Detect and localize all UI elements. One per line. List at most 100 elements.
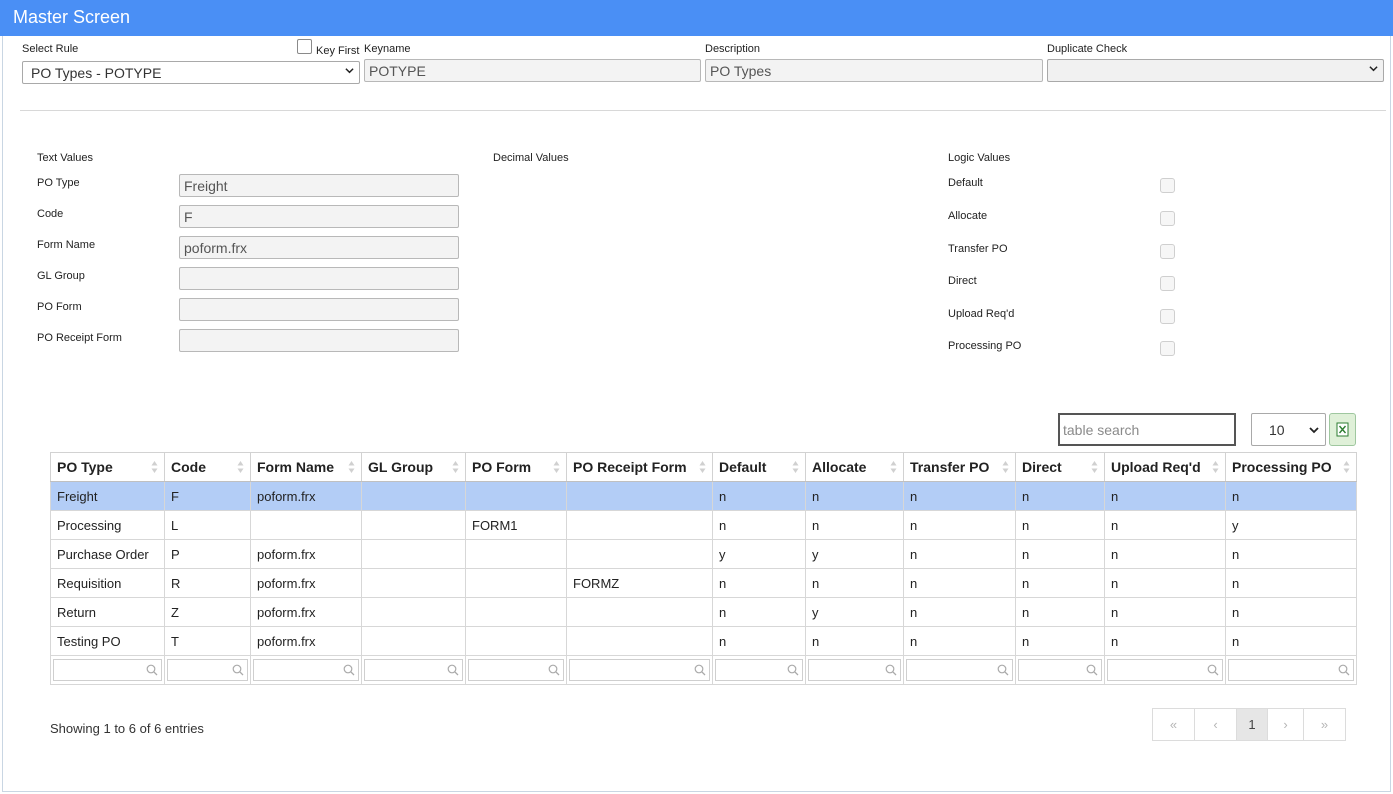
filter-cell: [465, 655, 567, 685]
table-search-input[interactable]: table search: [1058, 413, 1236, 446]
table-row[interactable]: Requisition Rpoform.frx FORMZ n n n n n n: [50, 568, 1357, 598]
table-cell: Purchase Order: [50, 539, 165, 569]
sort-icon: [452, 461, 459, 473]
filter-cell: [250, 655, 362, 685]
next-page-button[interactable]: ›: [1267, 708, 1304, 741]
column-header-label: GL Group: [368, 459, 434, 475]
transfer-po-checkbox[interactable]: [1160, 244, 1175, 259]
default-checkbox[interactable]: [1160, 178, 1175, 193]
column-header[interactable]: Transfer PO: [903, 452, 1016, 482]
table-row[interactable]: Return Zpoform.frx n y n n n n: [50, 597, 1357, 627]
table-cell: n: [712, 597, 806, 627]
column-header-label: Code: [171, 459, 206, 475]
column-header[interactable]: GL Group: [361, 452, 466, 482]
column-header-label: Direct: [1022, 459, 1062, 475]
column-filter-input[interactable]: [53, 659, 162, 681]
column-header[interactable]: PO Type: [50, 452, 165, 482]
table-cell: n: [1015, 597, 1105, 627]
keyname-label: Keyname: [364, 43, 411, 55]
sort-icon: [1343, 461, 1350, 473]
column-filter-input[interactable]: [715, 659, 803, 681]
upload-reqd-checkbox[interactable]: [1160, 309, 1175, 324]
table-cell: poform.frx: [250, 568, 362, 598]
po-receipt-form-field[interactable]: [179, 329, 459, 352]
sort-icon: [348, 461, 355, 473]
table-cell: Z: [164, 597, 251, 627]
column-filter-input[interactable]: [906, 659, 1013, 681]
table-cell: n: [1104, 481, 1226, 511]
table-cell: [566, 539, 713, 569]
table-row[interactable]: Purchase Order Ppoform.frx y y n n n n: [50, 539, 1357, 569]
search-icon: [1086, 664, 1098, 676]
table-cell: [465, 626, 567, 656]
table-row[interactable]: Processing L FORM1 n n n n n y: [50, 510, 1357, 540]
table-cell: [250, 510, 362, 540]
column-header[interactable]: Code: [164, 452, 251, 482]
po-type-field[interactable]: Freight: [179, 174, 459, 197]
column-filter-input[interactable]: [253, 659, 359, 681]
column-filter-input[interactable]: [569, 659, 710, 681]
select-rule-value: PO Types - POTYPE: [31, 65, 162, 81]
column-filter-input[interactable]: [1107, 659, 1223, 681]
table-cell: poform.frx: [250, 539, 362, 569]
po-form-label: PO Form: [37, 301, 82, 313]
allocate-checkbox[interactable]: [1160, 211, 1175, 226]
section-divider: [20, 110, 1386, 111]
table-cell: n: [903, 626, 1016, 656]
column-header[interactable]: Direct: [1015, 452, 1105, 482]
table-cell: y: [805, 539, 904, 569]
table-cell: [361, 626, 466, 656]
last-page-button[interactable]: »: [1303, 708, 1346, 741]
po-form-field[interactable]: [179, 298, 459, 321]
select-rule-dropdown[interactable]: PO Types - POTYPE: [22, 61, 360, 84]
column-header[interactable]: Processing PO: [1225, 452, 1357, 482]
column-filter-input[interactable]: [364, 659, 463, 681]
chevron-down-icon: [345, 68, 354, 74]
page-length-select[interactable]: 10: [1251, 413, 1326, 446]
filter-cell: [50, 655, 165, 685]
gl-group-field[interactable]: [179, 267, 459, 290]
first-page-button[interactable]: «: [1152, 708, 1195, 741]
table-header-row: PO Type Code Form Name GL Group PO Form PO Re…: [50, 452, 1357, 482]
table-cell: n: [903, 597, 1016, 627]
table-row[interactable]: Freight Fpoform.frx n n n n n n: [50, 481, 1357, 511]
table-cell: n: [1104, 626, 1226, 656]
description-field[interactable]: PO Types: [705, 59, 1043, 82]
table-cell: n: [903, 568, 1016, 598]
key-first-checkbox[interactable]: [297, 39, 312, 54]
column-header[interactable]: Upload Req'd: [1104, 452, 1226, 482]
sort-icon: [1212, 461, 1219, 473]
column-header[interactable]: PO Receipt Form: [566, 452, 713, 482]
column-filter-input[interactable]: [1018, 659, 1102, 681]
column-header-label: Default: [719, 459, 767, 475]
search-icon: [146, 664, 158, 676]
table-cell: FORMZ: [566, 568, 713, 598]
column-filter-input[interactable]: [468, 659, 564, 681]
column-header[interactable]: Form Name: [250, 452, 362, 482]
table-row[interactable]: Testing PO Tpoform.frx n n n n n n: [50, 626, 1357, 656]
processing-po-label: Processing PO: [948, 340, 1022, 352]
table-cell: poform.frx: [250, 481, 362, 511]
search-icon: [787, 664, 799, 676]
keyname-field[interactable]: POTYPE: [364, 59, 701, 82]
column-header[interactable]: PO Form: [465, 452, 567, 482]
form-name-field[interactable]: poform.frx: [179, 236, 459, 259]
duplicate-check-dropdown[interactable]: [1047, 59, 1384, 82]
column-filter-input[interactable]: [167, 659, 248, 681]
previous-page-button[interactable]: ‹: [1194, 708, 1237, 741]
search-icon: [447, 664, 459, 676]
table-cell: P: [164, 539, 251, 569]
processing-po-checkbox[interactable]: [1160, 341, 1175, 356]
column-header[interactable]: Default: [712, 452, 806, 482]
direct-checkbox[interactable]: [1160, 276, 1175, 291]
export-excel-button[interactable]: [1329, 413, 1356, 446]
page-1-button[interactable]: 1: [1236, 708, 1268, 741]
code-label: Code: [37, 208, 64, 220]
table-cell: [465, 539, 567, 569]
sort-icon: [792, 461, 799, 473]
column-header[interactable]: Allocate: [805, 452, 904, 482]
column-filter-input[interactable]: [808, 659, 901, 681]
column-filter-input[interactable]: [1228, 659, 1354, 681]
code-field[interactable]: F: [179, 205, 459, 228]
gl-group-label: GL Group: [37, 270, 85, 282]
